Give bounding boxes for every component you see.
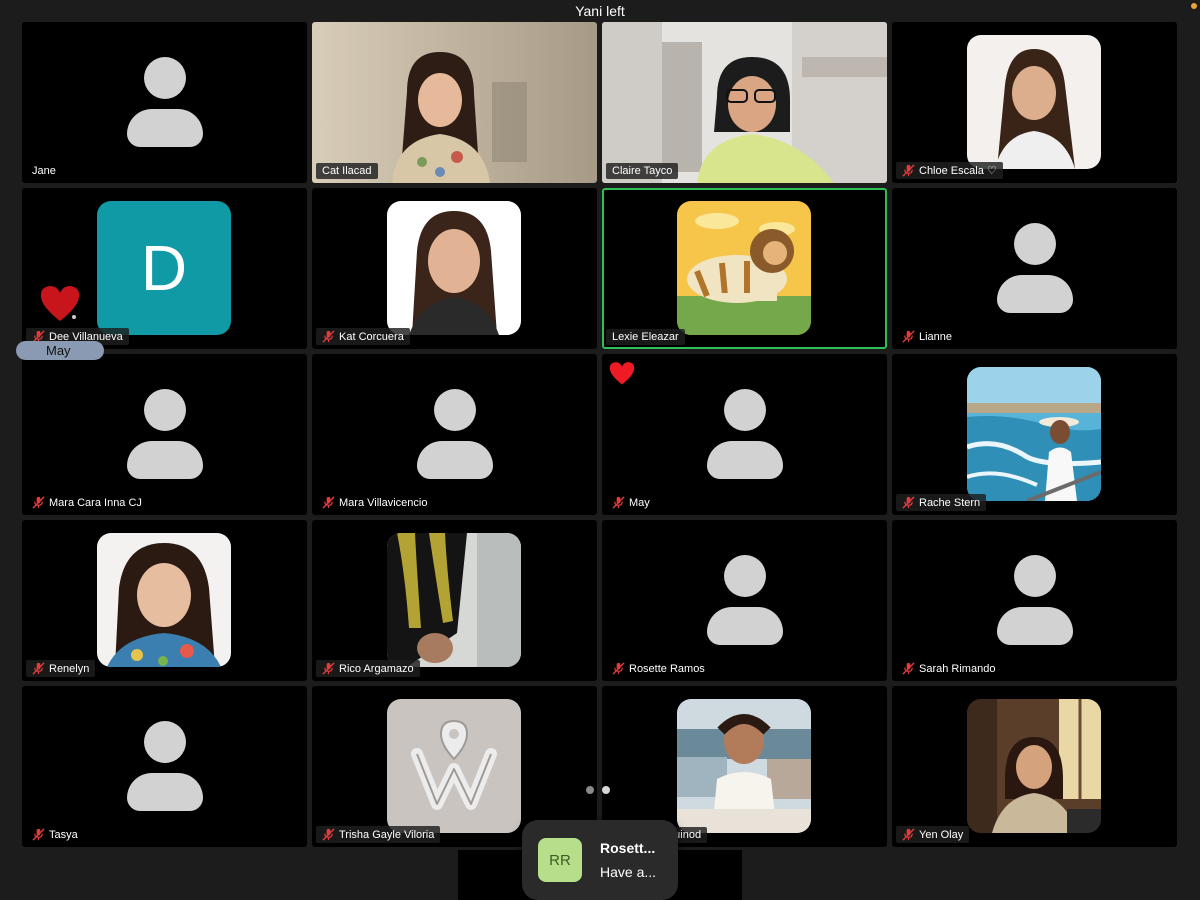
muted-mic-icon bbox=[322, 828, 335, 841]
avatar-placeholder-icon bbox=[995, 223, 1075, 315]
avatar: RR bbox=[538, 838, 582, 882]
video-feed bbox=[602, 22, 887, 183]
name-tag: Kat Corcuera bbox=[316, 328, 410, 345]
participant-tile-jane[interactable]: Jane bbox=[22, 22, 307, 183]
chat-notification[interactable]: RR Rosett... Have a... bbox=[522, 820, 678, 900]
avatar-placeholder-icon bbox=[125, 721, 205, 813]
name-tag: Claire Tayco bbox=[606, 163, 679, 179]
name-tag: Lianne bbox=[896, 328, 958, 345]
video-feed bbox=[312, 22, 597, 183]
page-dot[interactable] bbox=[586, 786, 594, 794]
notification-message: Have a... bbox=[600, 864, 657, 880]
profile-photo bbox=[677, 699, 811, 833]
participant-tile-dee[interactable]: D Dee Villanueva bbox=[22, 188, 307, 349]
muted-mic-icon bbox=[902, 164, 915, 177]
name-tag: Renelyn bbox=[26, 660, 96, 677]
participant-tile-renelyn[interactable]: Renelyn bbox=[22, 520, 307, 681]
name-tag: Chloe Escala ♡ bbox=[896, 162, 1003, 179]
muted-mic-icon bbox=[902, 662, 915, 675]
muted-mic-icon bbox=[612, 662, 625, 675]
muted-mic-icon bbox=[902, 330, 915, 343]
name-tag: Mara Cara Inna CJ bbox=[26, 494, 148, 511]
reaction-name-pill: May bbox=[16, 341, 104, 360]
participant-tile-mara-cara[interactable]: Mara Cara Inna CJ bbox=[22, 354, 307, 515]
participant-left-banner: Yani left bbox=[0, 0, 1200, 22]
avatar-placeholder-icon bbox=[125, 57, 205, 149]
profile-photo-lion-icon bbox=[677, 201, 811, 335]
muted-mic-icon bbox=[612, 496, 625, 509]
name-tag: Rico Argamazo bbox=[316, 660, 420, 677]
participant-grid: Jane Cat Ilacad Claire Tayco Chloe Escal… bbox=[22, 22, 1178, 847]
status-dot-icon bbox=[1191, 3, 1197, 9]
muted-mic-icon bbox=[32, 828, 45, 841]
profile-photo bbox=[97, 533, 231, 667]
participant-tile-claire[interactable]: Claire Tayco bbox=[602, 22, 887, 183]
muted-mic-icon bbox=[32, 662, 45, 675]
profile-photo bbox=[387, 201, 521, 335]
profile-photo bbox=[967, 699, 1101, 833]
avatar-placeholder-icon bbox=[415, 389, 495, 481]
profile-photo-logo-w-icon bbox=[387, 699, 521, 833]
name-tag: Tasya bbox=[26, 826, 84, 843]
avatar-placeholder-icon bbox=[705, 389, 785, 481]
participant-tile-sarah[interactable]: Sarah Rimando bbox=[892, 520, 1177, 681]
name-tag: Rache Stern bbox=[896, 494, 987, 511]
participant-tile-yen[interactable]: Yen Olay bbox=[892, 686, 1177, 847]
participant-tile-lianne[interactable]: Lianne bbox=[892, 188, 1177, 349]
participant-tile-mara-villavicencio[interactable]: Mara Villavicencio bbox=[312, 354, 597, 515]
name-tag: Rosette Ramos bbox=[606, 660, 711, 677]
avatar-placeholder-icon bbox=[995, 555, 1075, 647]
notification-sender: Rosett... bbox=[600, 840, 656, 856]
banner-text: Yani left bbox=[575, 3, 625, 19]
name-tag: Jane bbox=[32, 165, 56, 177]
participant-tile-rosette[interactable]: Rosette Ramos bbox=[602, 520, 887, 681]
muted-mic-icon bbox=[322, 496, 335, 509]
name-tag: Cat Ilacad bbox=[316, 163, 378, 179]
heart-icon bbox=[40, 286, 80, 321]
participant-tile-tasya[interactable]: Tasya bbox=[22, 686, 307, 847]
name-tag: May bbox=[606, 494, 656, 511]
initial-avatar: D bbox=[97, 201, 231, 335]
meeting-window: Yani left Jane Cat Ilacad Claire Tayco C… bbox=[0, 0, 1200, 900]
page-indicator[interactable] bbox=[586, 786, 610, 794]
heart-icon bbox=[609, 362, 635, 385]
notification-text: Rosett... Have a... bbox=[600, 840, 656, 880]
name-tag: Yen Olay bbox=[896, 826, 970, 843]
profile-photo bbox=[967, 367, 1101, 501]
participant-tile-lexie-active-speaker[interactable]: Lexie Eleazar bbox=[602, 188, 887, 349]
avatar-placeholder-icon bbox=[705, 555, 785, 647]
profile-photo bbox=[967, 35, 1101, 169]
name-tag: Trisha Gayle Viloria bbox=[316, 826, 441, 843]
muted-mic-icon bbox=[32, 496, 45, 509]
participant-tile-chloe[interactable]: Chloe Escala ♡ bbox=[892, 22, 1177, 183]
name-tag: Lexie Eleazar bbox=[606, 329, 685, 345]
participant-tile-cat[interactable]: Cat Ilacad bbox=[312, 22, 597, 183]
name-tag: Sarah Rimando bbox=[896, 660, 1001, 677]
profile-photo bbox=[387, 533, 521, 667]
muted-mic-icon bbox=[322, 330, 335, 343]
participant-tile-may[interactable]: May bbox=[602, 354, 887, 515]
avatar-placeholder-icon bbox=[125, 389, 205, 481]
participant-tile-kat[interactable]: Kat Corcuera bbox=[312, 188, 597, 349]
page-dot-current[interactable] bbox=[602, 786, 610, 794]
participant-tile-rache[interactable]: Rache Stern bbox=[892, 354, 1177, 515]
name-tag: Mara Villavicencio bbox=[316, 494, 433, 511]
participant-tile-rico[interactable]: Rico Argamazo bbox=[312, 520, 597, 681]
muted-mic-icon bbox=[902, 496, 915, 509]
muted-mic-icon bbox=[322, 662, 335, 675]
muted-mic-icon bbox=[902, 828, 915, 841]
